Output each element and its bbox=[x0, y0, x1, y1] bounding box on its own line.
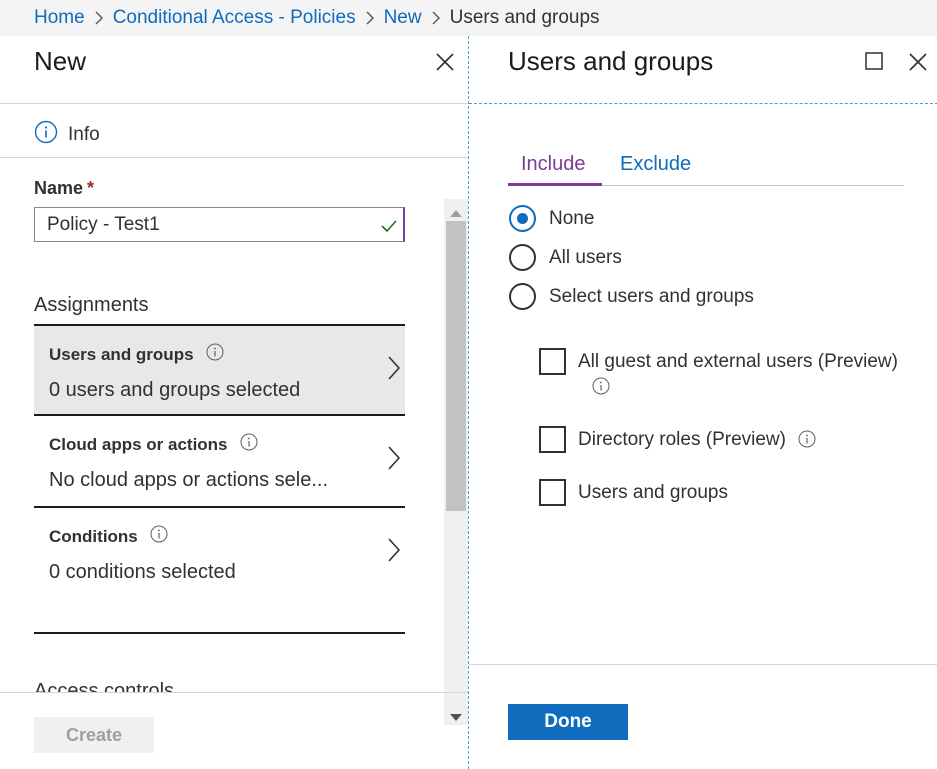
checkbox-label: Users and groups bbox=[578, 482, 728, 503]
radio-button[interactable] bbox=[509, 283, 536, 310]
divider bbox=[0, 692, 468, 693]
vertical-scrollbar[interactable] bbox=[444, 199, 468, 725]
chevron-right-icon bbox=[387, 446, 401, 470]
checkbox[interactable] bbox=[539, 479, 566, 506]
create-button[interactable]: Create bbox=[34, 717, 154, 753]
assignment-value: 0 conditions selected bbox=[49, 561, 236, 583]
scrollbar-thumb[interactable] bbox=[446, 221, 466, 511]
breadcrumb-home[interactable]: Home bbox=[34, 7, 85, 29]
breadcrumb: Home Conditional Access - Policies New U… bbox=[0, 0, 937, 36]
users-and-groups-blade: Users and groups Include Exclude None Al… bbox=[468, 36, 937, 769]
new-policy-blade: New Info Name* Assignments Users and gro… bbox=[0, 36, 468, 769]
blade-title: New bbox=[34, 46, 87, 76]
info-icon[interactable] bbox=[240, 433, 258, 456]
checkbox-guest-external-users[interactable]: All guest and external users (Preview) bbox=[539, 348, 898, 401]
tab-exclude[interactable]: Exclude bbox=[620, 153, 691, 176]
name-label: Name * bbox=[34, 178, 95, 198]
radio-button[interactable] bbox=[509, 205, 536, 232]
chevron-right-icon bbox=[365, 11, 375, 25]
radio-all-users[interactable]: All users bbox=[509, 244, 622, 271]
radio-none[interactable]: None bbox=[509, 205, 594, 232]
close-icon[interactable] bbox=[906, 50, 930, 74]
info-icon[interactable] bbox=[798, 430, 816, 454]
breadcrumb-current: Users and groups bbox=[449, 7, 600, 28]
chevron-right-icon bbox=[387, 538, 401, 562]
assignments-heading: Assignments bbox=[34, 294, 149, 316]
assignment-users-and-groups[interactable]: Users and groups 0 users and groups sele… bbox=[34, 324, 405, 414]
divider bbox=[469, 103, 937, 104]
checkbox[interactable] bbox=[539, 348, 566, 375]
blade-content: Name* Assignments Users and groups 0 use… bbox=[0, 158, 468, 692]
checkbox-label: All guest and external users (Preview) bbox=[578, 351, 898, 372]
breadcrumb-new[interactable]: New bbox=[384, 7, 422, 29]
assignment-title: Users and groups bbox=[49, 343, 224, 366]
info-icon[interactable] bbox=[206, 343, 224, 366]
scroll-up-icon[interactable] bbox=[450, 204, 462, 222]
chevron-right-icon bbox=[431, 11, 441, 25]
chevron-right-icon bbox=[94, 11, 104, 25]
breadcrumb-policies[interactable]: Conditional Access - Policies bbox=[113, 7, 356, 29]
close-icon[interactable] bbox=[433, 50, 457, 74]
info-icon[interactable] bbox=[578, 377, 898, 401]
scroll-down-icon[interactable] bbox=[450, 709, 462, 727]
divider bbox=[34, 632, 405, 634]
required-mark: * bbox=[87, 178, 95, 198]
assignment-conditions[interactable]: Conditions 0 conditions selected bbox=[34, 506, 405, 596]
info-icon bbox=[34, 120, 58, 150]
checkbox[interactable] bbox=[539, 426, 566, 453]
assignment-cloud-apps[interactable]: Cloud apps or actions No cloud apps or a… bbox=[34, 414, 405, 504]
checkmark-icon bbox=[381, 219, 397, 233]
radio-button[interactable] bbox=[509, 244, 536, 271]
radio-label: All users bbox=[549, 246, 622, 268]
assignment-value: 0 users and groups selected bbox=[49, 379, 301, 401]
chevron-right-icon bbox=[387, 356, 401, 380]
done-button[interactable]: Done bbox=[508, 704, 628, 740]
access-controls-heading: Access controls bbox=[34, 680, 175, 692]
assignment-title: Conditions bbox=[49, 525, 168, 548]
radio-select-users-and-groups[interactable]: Select users and groups bbox=[509, 283, 754, 310]
tab-include[interactable]: Include bbox=[521, 153, 586, 176]
tab-bar: Include Exclude bbox=[508, 150, 904, 186]
divider bbox=[0, 103, 468, 104]
checkbox-directory-roles[interactable]: Directory roles (Preview) bbox=[539, 426, 816, 454]
active-tab-indicator bbox=[508, 183, 602, 186]
blade-title: Users and groups bbox=[508, 46, 714, 76]
info-button[interactable]: Info bbox=[34, 120, 100, 150]
radio-label: Select users and groups bbox=[549, 285, 754, 307]
maximize-icon[interactable] bbox=[865, 52, 883, 70]
checkbox-label: Directory roles (Preview) bbox=[578, 429, 786, 450]
divider bbox=[469, 664, 937, 665]
checkbox-users-and-groups[interactable]: Users and groups bbox=[539, 479, 728, 506]
assignment-value: No cloud apps or actions sele... bbox=[49, 469, 329, 491]
assignment-title: Cloud apps or actions bbox=[49, 433, 258, 456]
radio-label: None bbox=[549, 207, 595, 229]
info-label: Info bbox=[68, 124, 100, 145]
policy-name-input[interactable] bbox=[34, 207, 405, 242]
info-icon[interactable] bbox=[150, 525, 168, 548]
